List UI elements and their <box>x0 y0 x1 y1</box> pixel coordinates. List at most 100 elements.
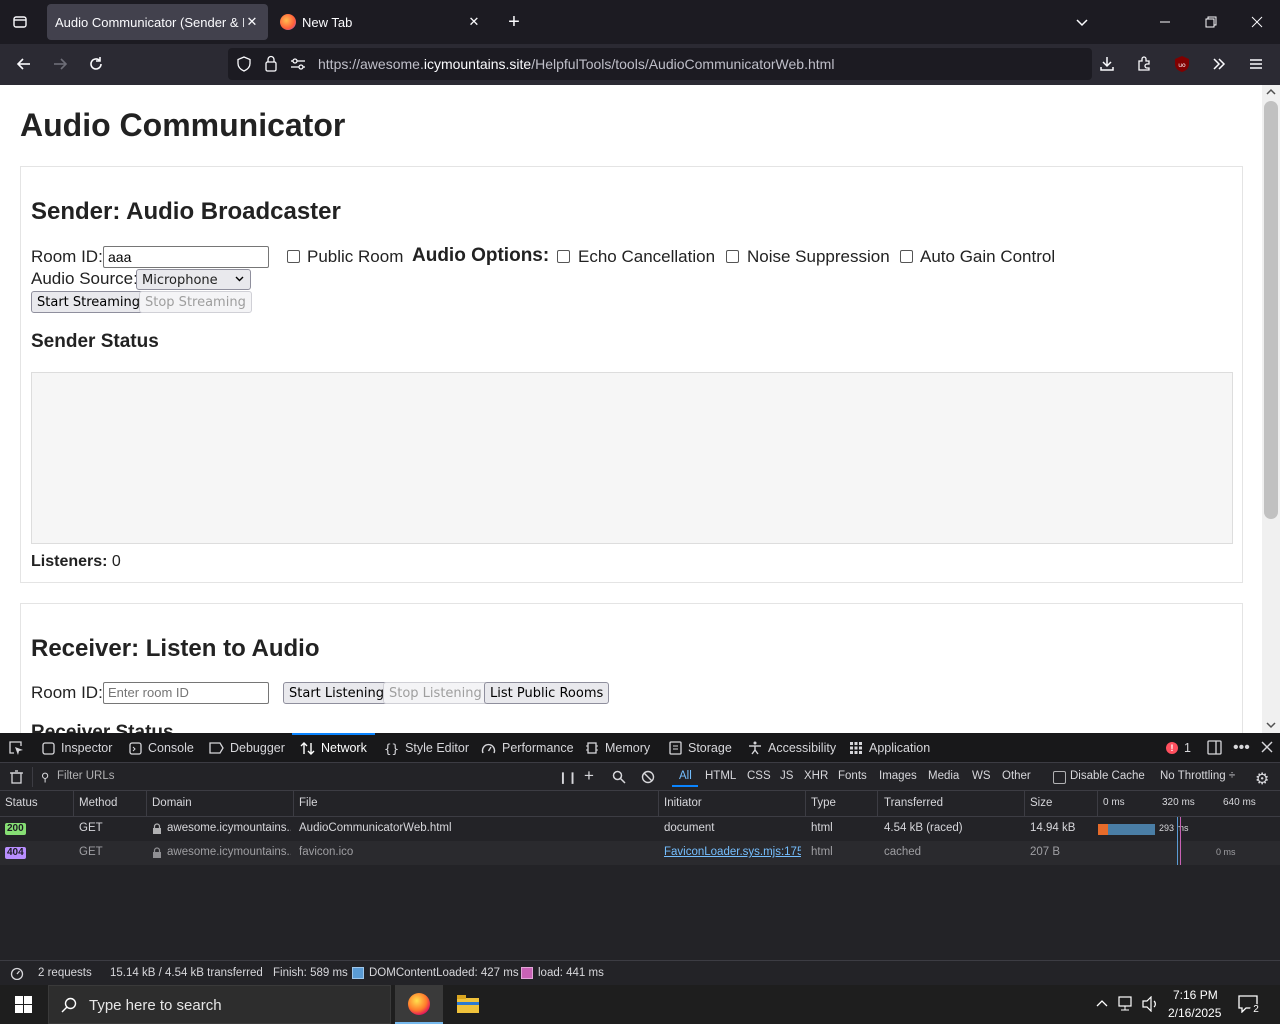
ublock-origin-icon[interactable]: uo <box>1168 50 1196 78</box>
taskbar-search-box[interactable]: Type here to search <box>48 985 391 1024</box>
forward-icon[interactable] <box>46 50 74 78</box>
devtools-tab-debugger[interactable]: Debugger <box>209 733 285 763</box>
column-size[interactable]: Size <box>1030 797 1052 809</box>
column-type[interactable]: Type <box>811 797 836 809</box>
clock-date[interactable]: 2/16/2025 <box>1168 1006 1221 1020</box>
trash-icon[interactable] <box>10 770 23 784</box>
column-file[interactable]: File <box>299 797 318 809</box>
devtools-tab-storage[interactable]: Storage <box>669 733 732 763</box>
devtools-tab-inspector[interactable]: Inspector <box>42 733 112 763</box>
sender-room-id-input[interactable]: aaa <box>103 246 269 268</box>
all-tabs-icon[interactable] <box>6 8 34 36</box>
stop-listening-button[interactable]: Stop Listening <box>383 682 488 704</box>
performance-analysis-icon[interactable] <box>10 966 24 980</box>
disable-cache-checkbox[interactable] <box>1053 771 1066 784</box>
type-filter-fonts[interactable]: Fonts <box>838 770 867 782</box>
show-hidden-icons-chevron-icon[interactable] <box>1096 998 1108 1008</box>
notification-count: 2 <box>1250 1004 1262 1016</box>
filter-urls-input[interactable]: ⚲ Filter URLs <box>32 767 547 787</box>
extensions-puzzle-icon[interactable] <box>1130 50 1158 78</box>
public-room-checkbox[interactable] <box>287 250 300 263</box>
column-status[interactable]: Status <box>5 797 38 809</box>
type-filter-xhr[interactable]: XHR <box>804 770 828 782</box>
add-request-icon[interactable]: + <box>584 766 594 786</box>
request-file: AudioCommunicatorWeb.html <box>299 822 452 834</box>
pause-icon[interactable]: ❙❙ <box>558 770 577 784</box>
type-filter-js[interactable]: JS <box>780 770 793 782</box>
request-initiator-link[interactable]: FaviconLoader.sys.mjs:175... <box>664 846 801 858</box>
taskbar-file-explorer-button[interactable] <box>445 985 491 1024</box>
type-filter-css[interactable]: CSS <box>747 770 771 782</box>
reload-icon[interactable] <box>82 50 110 78</box>
list-public-rooms-button[interactable]: List Public Rooms <box>484 682 610 704</box>
noise-suppression-checkbox[interactable] <box>726 250 739 263</box>
volume-icon[interactable] <box>1142 996 1160 1012</box>
network-settings-gear-icon[interactable]: ⚙ <box>1255 769 1269 789</box>
throttling-select[interactable]: No Throttling ÷ <box>1160 770 1235 782</box>
scroll-down-icon[interactable] <box>1266 721 1276 729</box>
page-scrollbar[interactable] <box>1262 85 1280 733</box>
page-viewport: Audio Communicator Sender: Audio Broadca… <box>0 85 1262 733</box>
audio-source-select[interactable]: Microphone <box>136 269 251 290</box>
request-row[interactable]: 200 GET awesome.icymountains... AudioCom… <box>0 817 1280 841</box>
dock-side-icon[interactable] <box>1207 740 1222 755</box>
lock-icon[interactable] <box>264 55 278 72</box>
receiver-room-id-label: Room ID: <box>31 683 103 702</box>
tab-audio-communicator[interactable]: Audio Communicator (Sender & Re ✕ <box>47 4 268 40</box>
column-initiator[interactable]: Initiator <box>664 797 702 809</box>
column-domain[interactable]: Domain <box>152 797 192 809</box>
type-filter-media[interactable]: Media <box>928 770 959 782</box>
network-icon[interactable] <box>1118 996 1136 1012</box>
column-method[interactable]: Method <box>79 797 117 809</box>
column-transferred[interactable]: Transferred <box>884 797 943 809</box>
devtools-tab-console[interactable]: Console <box>129 733 194 763</box>
url-bar[interactable]: https://awesome.icymountains.site/Helpfu… <box>228 48 1092 80</box>
more-tools-chevron-icon[interactable] <box>1205 50 1233 78</box>
scroll-up-icon[interactable] <box>1266 88 1276 96</box>
block-requests-icon[interactable] <box>641 770 655 784</box>
app-menu-icon[interactable] <box>1242 50 1270 78</box>
tab-new-tab[interactable]: New Tab ✕ <box>272 4 490 40</box>
clock-time[interactable]: 7:16 PM <box>1173 988 1218 1002</box>
taskbar-firefox-button[interactable] <box>395 985 443 1024</box>
request-size: 207 B <box>1030 846 1061 858</box>
downloads-icon[interactable] <box>1093 50 1121 78</box>
close-tab-icon[interactable]: ✕ <box>466 14 482 30</box>
list-tabs-chevron-icon[interactable] <box>1068 8 1096 36</box>
close-devtools-icon[interactable] <box>1261 741 1273 753</box>
start-listening-button[interactable]: Start Listening <box>283 682 390 704</box>
devtools-tab-application[interactable]: Application <box>849 733 930 763</box>
receiver-room-id-input[interactable]: Enter room ID <box>103 682 269 704</box>
devtools-tab-network[interactable]: Network <box>300 733 367 763</box>
type-filter-ws[interactable]: WS <box>972 770 991 782</box>
permissions-icon[interactable] <box>290 57 306 71</box>
scrollbar-thumb[interactable] <box>1264 101 1278 519</box>
devtools-tab-memory[interactable]: Memory <box>585 733 650 763</box>
type-filter-other[interactable]: Other <box>1002 770 1031 782</box>
devtools-tab-accessibility[interactable]: Accessibility <box>748 733 836 763</box>
type-filter-images[interactable]: Images <box>879 770 917 782</box>
close-tab-icon[interactable]: ✕ <box>244 14 260 30</box>
devtools-tab-style-editor[interactable]: {} Style Editor <box>384 733 469 763</box>
element-picker-icon[interactable] <box>8 740 24 756</box>
more-options-icon[interactable]: ••• <box>1233 739 1250 757</box>
restore-icon[interactable] <box>1197 8 1225 36</box>
minimize-icon[interactable] <box>1151 8 1179 36</box>
type-filter-html[interactable]: HTML <box>705 770 736 782</box>
timeline-tick: 320 ms <box>1162 797 1195 808</box>
windows-start-icon[interactable] <box>15 996 32 1013</box>
type-filter-all-label[interactable]: All <box>679 770 692 782</box>
stop-streaming-button[interactable]: Stop Streaming <box>139 291 252 313</box>
back-icon[interactable] <box>10 50 38 78</box>
close-window-icon[interactable] <box>1243 8 1271 36</box>
error-count[interactable]: ! 1 <box>1166 733 1191 763</box>
new-tab-icon[interactable]: + <box>500 8 528 36</box>
auto-gain-control-checkbox[interactable] <box>900 250 913 263</box>
tracking-protection-shield-icon[interactable] <box>236 56 252 72</box>
request-row[interactable]: 404 GET awesome.icymountains... favicon.… <box>0 841 1280 865</box>
url-text[interactable]: https://awesome.icymountains.site/Helpfu… <box>318 56 834 72</box>
echo-cancellation-checkbox[interactable] <box>557 250 570 263</box>
start-streaming-button[interactable]: Start Streaming <box>31 291 147 313</box>
devtools-tab-performance[interactable]: Performance <box>481 733 574 763</box>
search-icon[interactable] <box>612 770 626 784</box>
